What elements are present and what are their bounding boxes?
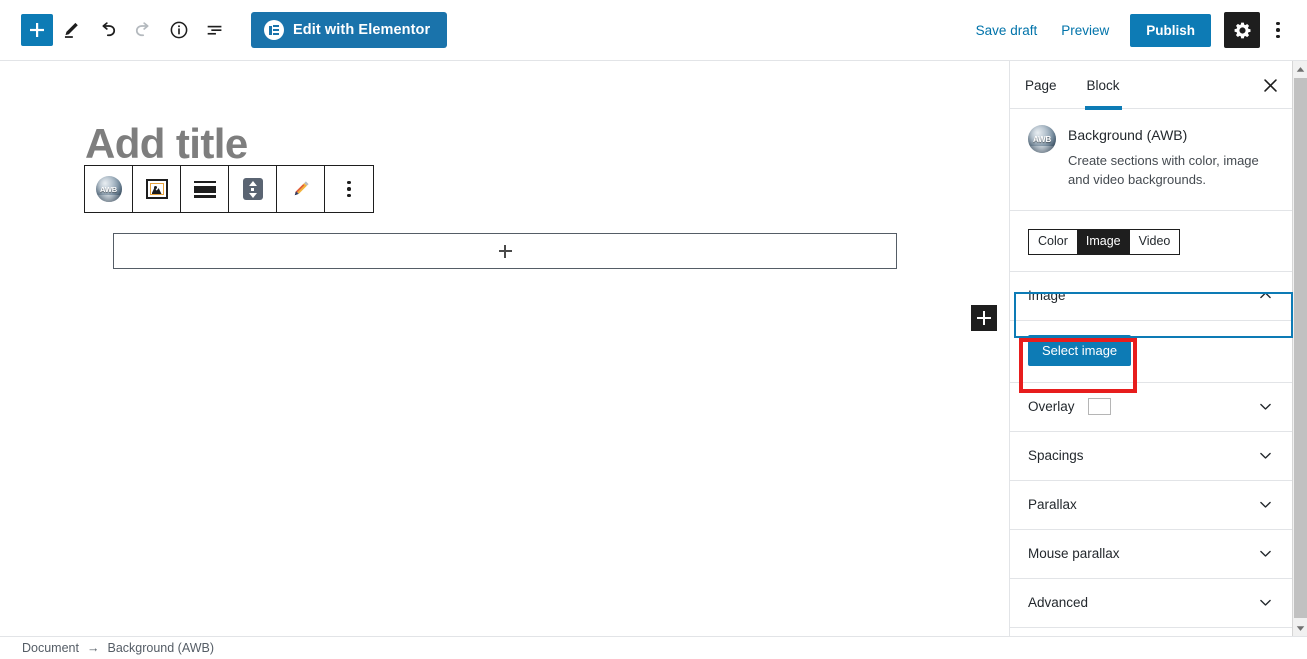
select-image-button[interactable]: Select image: [1028, 334, 1132, 366]
info-circle-icon: [170, 21, 188, 39]
block-toolbar: AWB: [84, 165, 374, 213]
tab-block[interactable]: Block: [1072, 61, 1135, 110]
chevron-down-icon: [1257, 398, 1274, 415]
breadcrumb-separator: →: [86, 641, 100, 655]
image-icon: [145, 179, 168, 199]
scrollbar-thumb[interactable]: [1294, 78, 1307, 618]
chevron-down-icon: [1257, 545, 1274, 562]
block-align-full-width-button[interactable]: [181, 166, 229, 212]
chevron-down-icon: [1257, 447, 1274, 464]
awb-block-icon: AWB: [95, 176, 122, 202]
gear-icon: [1234, 22, 1250, 38]
tab-page[interactable]: Page: [1010, 61, 1072, 109]
background-type-image-option[interactable]: Image: [1076, 229, 1130, 254]
block-card-title: Background (AWB): [1068, 127, 1188, 143]
content-info-button[interactable]: [161, 12, 197, 48]
pencil-icon: [64, 22, 78, 38]
edit-pencil-icon: [294, 181, 309, 196]
align-full-width-icon: [193, 180, 216, 198]
image-panel-header[interactable]: Image: [1010, 271, 1292, 321]
undo-arrow-icon: [101, 21, 115, 36]
advanced-section-header[interactable]: Advanced: [1010, 578, 1292, 628]
scroll-down-arrow-icon[interactable]: [1293, 620, 1307, 636]
top-toolbar-left-group: Edit with Elementor: [0, 12, 448, 48]
block-edit-button[interactable]: [277, 166, 325, 212]
parallax-section-label: Parallax: [1028, 497, 1077, 513]
kebab-menu-icon: [1276, 21, 1280, 39]
image-panel-label: Image: [1028, 288, 1066, 304]
overlay-section-label: Overlay: [1028, 399, 1075, 415]
sidebar-tabs: Page Block: [1010, 61, 1292, 110]
image-panel-body: Select image: [1010, 321, 1292, 383]
floating-block-inserter-button[interactable]: [971, 305, 997, 331]
background-type-color-option[interactable]: Color: [1029, 229, 1077, 254]
chevron-up-icon: [1257, 287, 1274, 304]
close-sidebar-button[interactable]: [1248, 61, 1292, 109]
top-toolbar-right-group: Save draft Preview Publish: [964, 12, 1307, 48]
save-draft-button[interactable]: Save draft: [964, 12, 1050, 48]
settings-button[interactable]: [1224, 12, 1260, 48]
editor-canvas: Add title AWB: [0, 61, 1008, 636]
list-view-icon: [207, 25, 222, 35]
post-title-placeholder[interactable]: Add title: [85, 123, 248, 165]
advanced-section-label: Advanced: [1028, 595, 1089, 611]
undo-button[interactable]: [89, 12, 125, 48]
scroll-up-arrow-icon[interactable]: [1293, 61, 1307, 77]
awb-sphere-icon: AWB: [1028, 125, 1056, 153]
block-info-card: AWB Background (AWB) Create sections wit…: [1010, 109, 1292, 211]
block-image-button[interactable]: [133, 166, 181, 212]
block-type-awb-button[interactable]: AWB: [85, 166, 133, 212]
edit-with-elementor-label: Edit with Elementor: [293, 22, 431, 38]
plus-icon: [30, 23, 44, 37]
add-block-button[interactable]: [21, 14, 53, 46]
breadcrumb-block[interactable]: Background (AWB): [107, 641, 214, 655]
more-options-button[interactable]: [1263, 12, 1293, 48]
block-card-description: Create sections with color, image and vi…: [1068, 153, 1259, 188]
elementor-logo-icon: [264, 20, 284, 40]
background-type-selector: Color Image Video: [1010, 211, 1292, 272]
list-view-button[interactable]: [197, 12, 233, 48]
preview-button[interactable]: Preview: [1049, 12, 1121, 48]
chevron-down-icon: [1257, 496, 1274, 513]
wordpress-block-editor: Edit with Elementor Save draft Preview P…: [0, 0, 1307, 659]
publish-button[interactable]: Publish: [1130, 13, 1211, 47]
sidebar-scrollbar[interactable]: [1292, 61, 1307, 636]
mouse-parallax-section-label: Mouse parallax: [1028, 546, 1120, 562]
spacings-section-header[interactable]: Spacings: [1010, 431, 1292, 481]
move-vertical-icon: [242, 178, 263, 200]
background-type-segmented-control: Color Image Video: [1028, 228, 1181, 255]
chevron-down-icon: [1257, 594, 1274, 611]
block-move-button[interactable]: [229, 166, 277, 212]
overlay-section-header[interactable]: Overlay: [1010, 382, 1292, 432]
overlay-color-swatch[interactable]: [1087, 398, 1111, 416]
background-type-video-option[interactable]: Video: [1129, 229, 1180, 254]
breadcrumb-document[interactable]: Document: [22, 641, 79, 655]
plus-icon: [977, 311, 991, 325]
block-settings-sidebar: Page Block AWB Background (AWB) Create s…: [1009, 61, 1292, 636]
redo-arrow-icon: [135, 21, 149, 36]
mouse-parallax-section-header[interactable]: Mouse parallax: [1010, 529, 1292, 579]
parallax-section-header[interactable]: Parallax: [1010, 480, 1292, 530]
close-x-icon: [1263, 78, 1277, 92]
plus-icon: [498, 244, 512, 258]
editor-top-toolbar: Edit with Elementor Save draft Preview P…: [0, 0, 1307, 61]
redo-button[interactable]: [125, 12, 161, 48]
empty-block-placeholder[interactable]: [113, 233, 897, 269]
spacings-section-label: Spacings: [1028, 448, 1084, 464]
block-options-kebab-icon: [347, 180, 351, 198]
editor-status-bar: Document → Background (AWB): [0, 636, 1307, 659]
edit-mode-button[interactable]: [53, 12, 89, 48]
block-more-options-button[interactable]: [325, 166, 373, 212]
edit-with-elementor-button[interactable]: Edit with Elementor: [251, 12, 448, 48]
